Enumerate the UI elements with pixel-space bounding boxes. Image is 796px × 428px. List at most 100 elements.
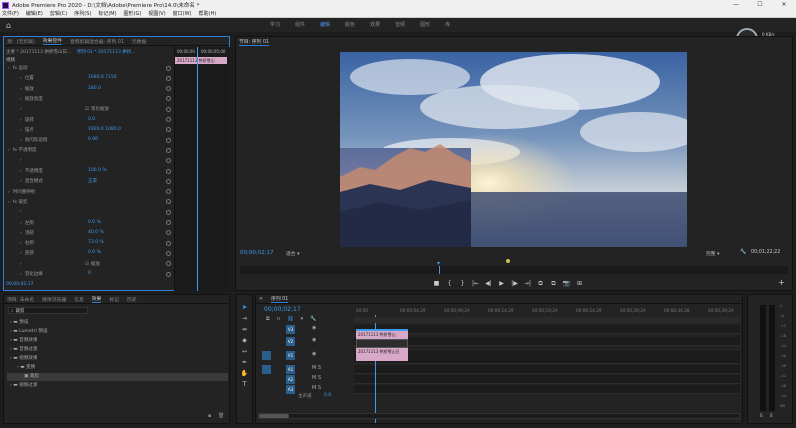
- effects-tree-item[interactable]: ▣ 裁剪: [7, 373, 228, 381]
- tab-effects[interactable]: 效果: [91, 295, 102, 303]
- effect-property-row[interactable]: › 防闪烁滤镜: [20, 137, 47, 143]
- step-forward-button[interactable]: |▶: [508, 280, 521, 288]
- chevron-right-icon[interactable]: ›: [20, 87, 22, 92]
- effect-property-row[interactable]: › 不透明度: [20, 168, 43, 174]
- effects-tree-item[interactable]: › ▬ 预设: [7, 319, 228, 327]
- chevron-right-icon[interactable]: ›: [20, 231, 22, 236]
- track-lane[interactable]: [354, 325, 740, 334]
- close-button[interactable]: ✕: [772, 0, 796, 10]
- chevron-right-icon[interactable]: ›: [20, 241, 22, 246]
- ripple-edit-tool-icon[interactable]: ⇹: [237, 326, 252, 333]
- reset-icon[interactable]: [166, 178, 171, 184]
- new-bin-icon[interactable]: ▪: [208, 413, 211, 419]
- chevron-right-icon[interactable]: ›: [20, 262, 22, 267]
- chevron-right-icon[interactable]: ›: [20, 209, 22, 214]
- chevron-right-icon[interactable]: ›: [20, 107, 22, 112]
- selection-tool-icon[interactable]: ➤: [237, 303, 252, 311]
- ec-clip-bar[interactable]: 20171113 拱桥雪山: [175, 57, 227, 64]
- reset-icon[interactable]: [166, 220, 171, 225]
- source-patch-a1[interactable]: [262, 365, 271, 374]
- workspace-tab-libraries[interactable]: 库: [445, 21, 450, 28]
- effects-tree-item[interactable]: › ▬ 视频效果: [7, 355, 228, 363]
- track-lane[interactable]: [354, 337, 740, 346]
- effect-property-row[interactable]: › fx 不透明度: [8, 147, 37, 153]
- reset-icon[interactable]: [166, 250, 171, 256]
- timeline-tab[interactable]: 序列 01: [271, 295, 289, 303]
- reset-icon[interactable]: [166, 137, 171, 143]
- effect-property-value[interactable]: 0.0 %: [88, 250, 101, 255]
- tab-markers[interactable]: 标记: [109, 296, 119, 303]
- linked-selection-icon[interactable]: ⛓: [287, 316, 293, 322]
- source-patch-v1[interactable]: [262, 351, 271, 360]
- mark-out-button[interactable]: }: [456, 280, 469, 288]
- go-to-in-button[interactable]: |←: [469, 280, 482, 288]
- effects-tree-item[interactable]: › ▬ 音频过渡: [7, 346, 228, 354]
- effects-tree-item[interactable]: › ▬ 变换: [7, 364, 228, 372]
- reset-icon[interactable]: [166, 189, 171, 195]
- effect-property-row[interactable]: › 缩放宽度: [20, 96, 43, 102]
- effect-property-value[interactable]: 1920.0 1080.0: [88, 127, 121, 132]
- effect-property-value[interactable]: 180.0: [88, 86, 101, 91]
- go-to-out-button[interactable]: →|: [521, 280, 534, 288]
- chevron-right-icon[interactable]: ›: [20, 158, 22, 163]
- tab-audio-mixer[interactable]: 音频剪辑混合器: 序列 01: [70, 38, 124, 45]
- chevron-right-icon[interactable]: ›: [8, 66, 10, 71]
- chevron-right-icon[interactable]: ›: [20, 76, 22, 81]
- effect-property-value[interactable]: 0.0 %: [88, 220, 101, 225]
- reset-icon[interactable]: [166, 75, 171, 81]
- effect-property-row[interactable]: › 右侧: [20, 240, 34, 246]
- workspace-tab-effects[interactable]: 效果: [370, 21, 380, 28]
- ruler-bar[interactable]: [354, 317, 740, 323]
- workspace-tab-color[interactable]: 颜色: [345, 21, 355, 28]
- effect-property-value[interactable]: 正常: [88, 178, 97, 184]
- reset-icon[interactable]: [166, 230, 171, 236]
- timeline-scrollbar[interactable]: [258, 413, 740, 419]
- menu-file[interactable]: 文件(F): [2, 10, 19, 17]
- snap-icon[interactable]: ∩: [277, 316, 281, 322]
- effect-property-row[interactable]: › 底部: [20, 250, 34, 256]
- chevron-right-icon[interactable]: ›: [20, 97, 22, 102]
- solo-right-button[interactable]: S: [770, 413, 773, 418]
- trash-icon[interactable]: 🗑: [218, 413, 224, 419]
- effect-property-row[interactable]: › 左侧: [20, 220, 34, 226]
- effect-property-row[interactable]: › ☑ 缩放: [20, 261, 100, 267]
- effect-property-row[interactable]: › 顶部: [20, 230, 34, 236]
- chevron-right-icon[interactable]: ›: [20, 128, 22, 133]
- mute-solo-icon[interactable]: M S: [312, 375, 321, 381]
- workspace-tab-learn[interactable]: 学习: [270, 21, 280, 28]
- ec-bottom-timecode[interactable]: 00;00;02;17: [6, 282, 33, 287]
- menu-window[interactable]: 窗口(W): [173, 10, 192, 17]
- effect-property-value[interactable]: 40.0 %: [88, 230, 104, 235]
- clip-v2[interactable]: 20171113 拱桥雪山: [356, 329, 408, 339]
- mute-solo-icon[interactable]: M S: [312, 385, 321, 391]
- tab-media-browser[interactable]: 媒体浏览器: [42, 296, 66, 303]
- effect-property-row[interactable]: › 混合模式: [20, 178, 43, 184]
- extract-button[interactable]: ⧉: [547, 280, 560, 288]
- menu-clip[interactable]: 剪辑(C): [50, 10, 67, 17]
- add-button[interactable]: +: [778, 278, 785, 287]
- effect-property-value[interactable]: 0.00: [88, 137, 98, 142]
- reset-icon[interactable]: [166, 199, 171, 205]
- ec-playhead[interactable]: [197, 47, 198, 291]
- reset-icon[interactable]: [166, 117, 171, 122]
- track-lane[interactable]: [354, 351, 740, 364]
- playhead-marker[interactable]: ▾: [437, 261, 443, 267]
- workspace-tab-editing[interactable]: 编辑: [320, 21, 330, 28]
- hand-tool-icon[interactable]: ✋: [237, 370, 252, 377]
- maximize-button[interactable]: ☐: [748, 0, 772, 10]
- pen-tool-icon[interactable]: ✒: [237, 359, 252, 366]
- reset-icon[interactable]: [166, 158, 171, 164]
- wrench-icon[interactable]: 🔧: [740, 249, 746, 255]
- chevron-right-icon[interactable]: ›: [20, 272, 22, 277]
- track-label[interactable]: A2: [286, 375, 295, 384]
- chevron-right-icon[interactable]: ›: [20, 118, 22, 123]
- chevron-right-icon[interactable]: ›: [20, 179, 22, 184]
- effect-property-value[interactable]: 0.0: [88, 117, 95, 122]
- marker-dot[interactable]: [506, 259, 510, 263]
- master-track-value[interactable]: 0.0: [324, 393, 331, 398]
- menu-graphics[interactable]: 图形(G): [124, 10, 142, 17]
- menu-edit[interactable]: 编辑(E): [26, 10, 43, 17]
- chevron-right-icon[interactable]: ›: [8, 200, 10, 205]
- chevron-right-icon[interactable]: ›: [20, 251, 22, 256]
- track-lane[interactable]: [354, 385, 740, 394]
